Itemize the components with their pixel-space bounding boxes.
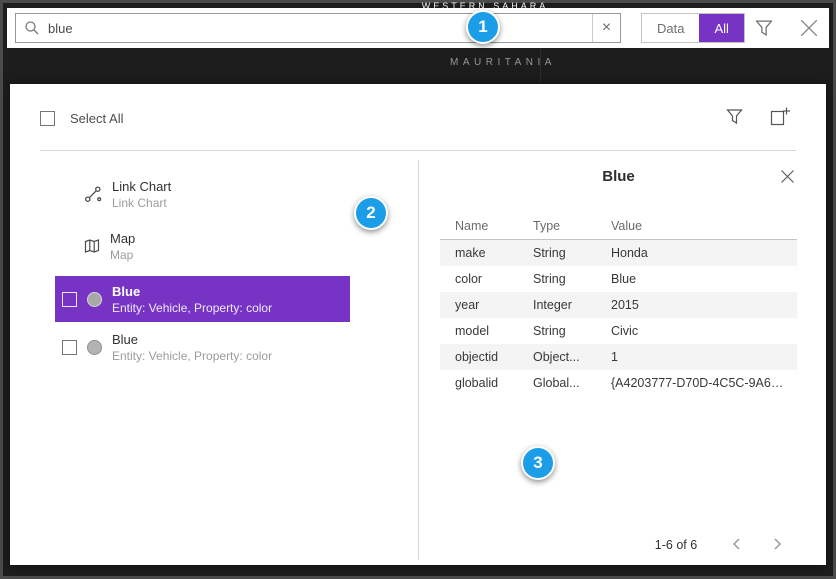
table-row: color String Blue	[440, 266, 797, 292]
table-header-row: Name Type Value	[440, 212, 797, 240]
annotation-badge-1: 1	[466, 10, 500, 44]
clear-search-button[interactable]: ×	[592, 14, 620, 42]
link-chart-icon	[84, 185, 102, 203]
table-row: objectid Object... 1	[440, 344, 797, 370]
pagination-label: 1-6 of 6	[626, 538, 726, 552]
search-scope-toggle: Data All	[641, 13, 745, 43]
app-window: WESTERN SAHARA MAURITANIA × Data All Sel…	[0, 0, 836, 579]
result-title: Map	[110, 231, 135, 246]
result-item-blue[interactable]: Blue Entity: Vehicle, Property: color	[55, 324, 350, 370]
select-all: Select All	[40, 111, 123, 126]
result-title: Blue	[112, 284, 272, 299]
table-row: globalid Global... {A4203777-D70D-4C5C-9…	[440, 370, 797, 396]
search-bar: × Data All	[7, 8, 829, 48]
result-title: Link Chart	[112, 179, 171, 194]
properties-table: Name Type Value make String Honda color …	[440, 212, 797, 396]
entity-circle-icon	[87, 292, 102, 307]
panel-divider	[418, 160, 419, 560]
select-all-label: Select All	[70, 111, 123, 126]
filter-icon[interactable]	[755, 19, 773, 37]
result-checkbox[interactable]	[62, 292, 77, 307]
detail-close-icon[interactable]	[780, 169, 795, 184]
search-icon	[24, 20, 40, 36]
next-page-button[interactable]	[769, 536, 785, 552]
map-label-mauritania: MAURITANIA	[450, 57, 556, 68]
detail-title: Blue	[440, 168, 797, 185]
result-checkbox[interactable]	[62, 340, 77, 355]
table-row: year Integer 2015	[440, 292, 797, 318]
result-item-map[interactable]: Map Map	[84, 228, 135, 264]
entity-circle-icon	[87, 340, 102, 355]
table-row: model String Civic	[440, 318, 797, 344]
results-panel: Select All Link Chart Link Chart	[10, 84, 826, 565]
result-subtitle: Map	[110, 248, 135, 262]
scope-data-button[interactable]: Data	[642, 14, 699, 42]
result-subtitle: Entity: Vehicle, Property: color	[112, 349, 272, 363]
filter-results-icon[interactable]	[726, 108, 743, 125]
header-divider	[40, 150, 796, 151]
column-header: Value	[611, 219, 797, 233]
select-all-checkbox[interactable]	[40, 111, 55, 126]
search-box: ×	[15, 13, 621, 43]
column-header: Name	[455, 219, 533, 233]
prev-page-button[interactable]	[729, 536, 745, 552]
column-header: Type	[533, 219, 611, 233]
annotation-badge-2: 2	[354, 196, 388, 230]
add-to-layout-icon[interactable]	[770, 106, 790, 126]
result-title: Blue	[112, 332, 272, 347]
annotation-badge-3: 3	[521, 446, 555, 480]
result-subtitle: Entity: Vehicle, Property: color	[112, 301, 272, 315]
map-icon	[84, 238, 100, 254]
result-item-blue-selected[interactable]: Blue Entity: Vehicle, Property: color	[55, 276, 350, 322]
close-button[interactable]	[799, 18, 819, 38]
scope-all-button[interactable]: All	[699, 14, 743, 42]
result-subtitle: Link Chart	[112, 196, 171, 210]
search-input[interactable]	[40, 14, 592, 42]
table-row: make String Honda	[440, 240, 797, 266]
result-item-link-chart[interactable]: Link Chart Link Chart	[84, 176, 171, 212]
